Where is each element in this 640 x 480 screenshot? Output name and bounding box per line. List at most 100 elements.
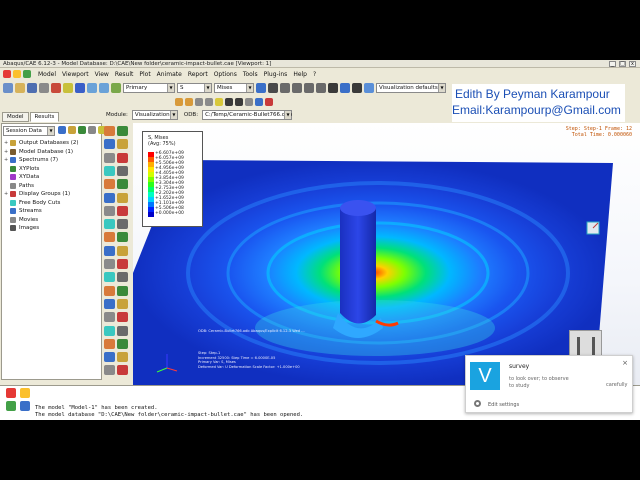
orientation-cube[interactable] <box>586 221 600 235</box>
green-dot-icon[interactable] <box>23 70 31 78</box>
toolbox-tool-icon[interactable] <box>117 152 128 163</box>
auto-fit-icon[interactable] <box>316 83 326 93</box>
menu-tools[interactable]: Tools <box>240 71 261 78</box>
toolbox-tool-icon[interactable] <box>104 152 115 163</box>
move-icon[interactable] <box>268 83 278 93</box>
menu-plugins[interactable]: Plug-ins <box>261 71 291 78</box>
toolbox-tool-icon[interactable] <box>117 352 128 363</box>
render-icon[interactable] <box>51 83 61 93</box>
toolbox-tool-icon[interactable] <box>104 285 115 296</box>
color-code-icon-2[interactable] <box>185 97 193 106</box>
warning-icon[interactable] <box>20 388 30 398</box>
dictionary-toast[interactable]: V survey to look over; to observe to stu… <box>465 355 633 413</box>
toolbox-tool-icon[interactable] <box>104 365 115 376</box>
toolbox-tool-icon[interactable] <box>117 312 128 323</box>
toolbox-tool-icon[interactable] <box>104 219 115 230</box>
sync-icon[interactable] <box>256 83 266 93</box>
toolbox-tool-icon[interactable] <box>104 126 115 136</box>
tree-item[interactable]: XYPlots <box>4 165 79 174</box>
toolbox-tool-icon[interactable] <box>104 298 115 309</box>
box-zoom-icon[interactable] <box>304 83 314 93</box>
python-console-icon[interactable] <box>20 401 30 411</box>
toolbox-tool-icon[interactable] <box>117 219 128 230</box>
toolbox-tool-icon[interactable] <box>117 126 128 136</box>
toolbox-tool-icon[interactable] <box>117 338 128 349</box>
toolbox-tool-icon[interactable] <box>117 298 128 309</box>
tree-item[interactable]: Free Body Cuts <box>4 199 79 208</box>
toolbox-tool-icon[interactable] <box>104 272 115 283</box>
filter-icon[interactable] <box>58 126 66 134</box>
toolbox-tool-icon[interactable] <box>117 325 128 336</box>
toolbox-tool-icon[interactable] <box>117 205 128 216</box>
menu-help[interactable]: Help <box>290 71 310 78</box>
menu-viewport[interactable]: Viewport <box>59 71 92 78</box>
expand-icon[interactable] <box>68 126 76 134</box>
toolbox-tool-icon[interactable] <box>104 205 115 216</box>
visualization-defaults-select[interactable]: Visualization defaults ▼ <box>376 83 446 93</box>
highlight-icon[interactable] <box>215 97 223 106</box>
select-arrow-icon[interactable] <box>225 97 233 106</box>
menu-view[interactable]: View <box>92 71 112 78</box>
module-select[interactable]: Visualization ▼ <box>131 110 178 120</box>
invariant-select[interactable]: Mises ▼ <box>214 83 254 93</box>
view-manipulation-icon[interactable] <box>328 83 338 93</box>
gear-icon[interactable] <box>474 400 481 407</box>
tree-item[interactable]: + Spectrums (7) <box>4 156 79 165</box>
menu-model[interactable]: Model <box>35 71 59 78</box>
toolbox-tool-icon[interactable] <box>117 179 128 190</box>
toolbox-tool-icon[interactable] <box>104 325 115 336</box>
toolbox-tool-icon[interactable] <box>117 245 128 256</box>
close-button[interactable]: x <box>629 61 636 67</box>
viewport-canvas[interactable]: S, Mises (Avg: 75%) +6.607e+09 +6.057e+09… <box>133 123 640 385</box>
fit-icon[interactable] <box>111 83 121 93</box>
maximize-button[interactable]: □ <box>619 61 626 67</box>
remove-icon[interactable] <box>265 97 273 106</box>
open-folder-icon[interactable] <box>15 83 25 93</box>
toolbox-tool-icon[interactable] <box>104 139 115 150</box>
tree-item[interactable]: + Display Groups (1) <box>4 190 79 199</box>
help-pointer-icon[interactable]: ? <box>310 71 319 78</box>
display-group-icon[interactable] <box>255 97 263 106</box>
toolbox-tool-icon[interactable] <box>104 179 115 190</box>
info-icon[interactable] <box>75 83 85 93</box>
menu-report[interactable]: Report <box>185 71 211 78</box>
toolbox-tool-icon[interactable] <box>104 165 115 176</box>
menu-animate[interactable]: Animate <box>154 71 185 78</box>
toolbox-tool-icon[interactable] <box>104 245 115 256</box>
sphere-icon[interactable] <box>195 97 203 106</box>
rotate-icon[interactable] <box>99 83 109 93</box>
cube-icon[interactable] <box>205 97 213 106</box>
yellow-dot-icon[interactable] <box>13 70 21 78</box>
edit-settings-link[interactable]: Edit settings <box>488 402 519 408</box>
stop-icon[interactable] <box>6 388 16 398</box>
iso-view-icon[interactable] <box>352 83 362 93</box>
tree-item[interactable]: Paths <box>4 182 79 191</box>
close-icon[interactable]: × <box>622 359 628 367</box>
color-code-icon[interactable] <box>175 97 183 106</box>
tree-item[interactable]: + Output Databases (2) <box>4 139 79 148</box>
menu-result[interactable]: Result <box>112 71 137 78</box>
pan-icon[interactable] <box>87 83 97 93</box>
menu-plot[interactable]: Plot <box>136 71 153 78</box>
variable-select[interactable]: S ▼ <box>177 83 212 93</box>
mesh-icon[interactable] <box>245 97 253 106</box>
toolbox-tool-icon[interactable] <box>104 192 115 203</box>
toolbox-tool-icon[interactable] <box>117 272 128 283</box>
toolbox-tool-icon[interactable] <box>117 365 128 376</box>
toolbox-tool-icon[interactable] <box>117 285 128 296</box>
tree-settings-icon[interactable] <box>88 126 96 134</box>
tree-item[interactable]: + Model Database (1) <box>4 148 79 157</box>
odb-select[interactable]: C:/Temp/Ceramic-Bullet766.odb ▼ <box>202 110 292 120</box>
rotate-view-icon[interactable] <box>280 83 290 93</box>
red-dot-icon[interactable] <box>3 70 11 78</box>
toolbox-tool-icon[interactable] <box>117 139 128 150</box>
toolbox-tool-icon[interactable] <box>104 232 115 243</box>
toolbox-tool-icon[interactable] <box>104 352 115 363</box>
print-icon[interactable] <box>39 83 49 93</box>
tree-item[interactable]: Movies <box>4 216 79 225</box>
toolbox-tool-icon[interactable] <box>117 259 128 269</box>
toolbox-tool-icon[interactable] <box>104 312 115 323</box>
minimize-button[interactable]: _ <box>609 61 616 67</box>
toolbox-tool-icon[interactable] <box>117 165 128 176</box>
zoom-icon[interactable] <box>292 83 302 93</box>
